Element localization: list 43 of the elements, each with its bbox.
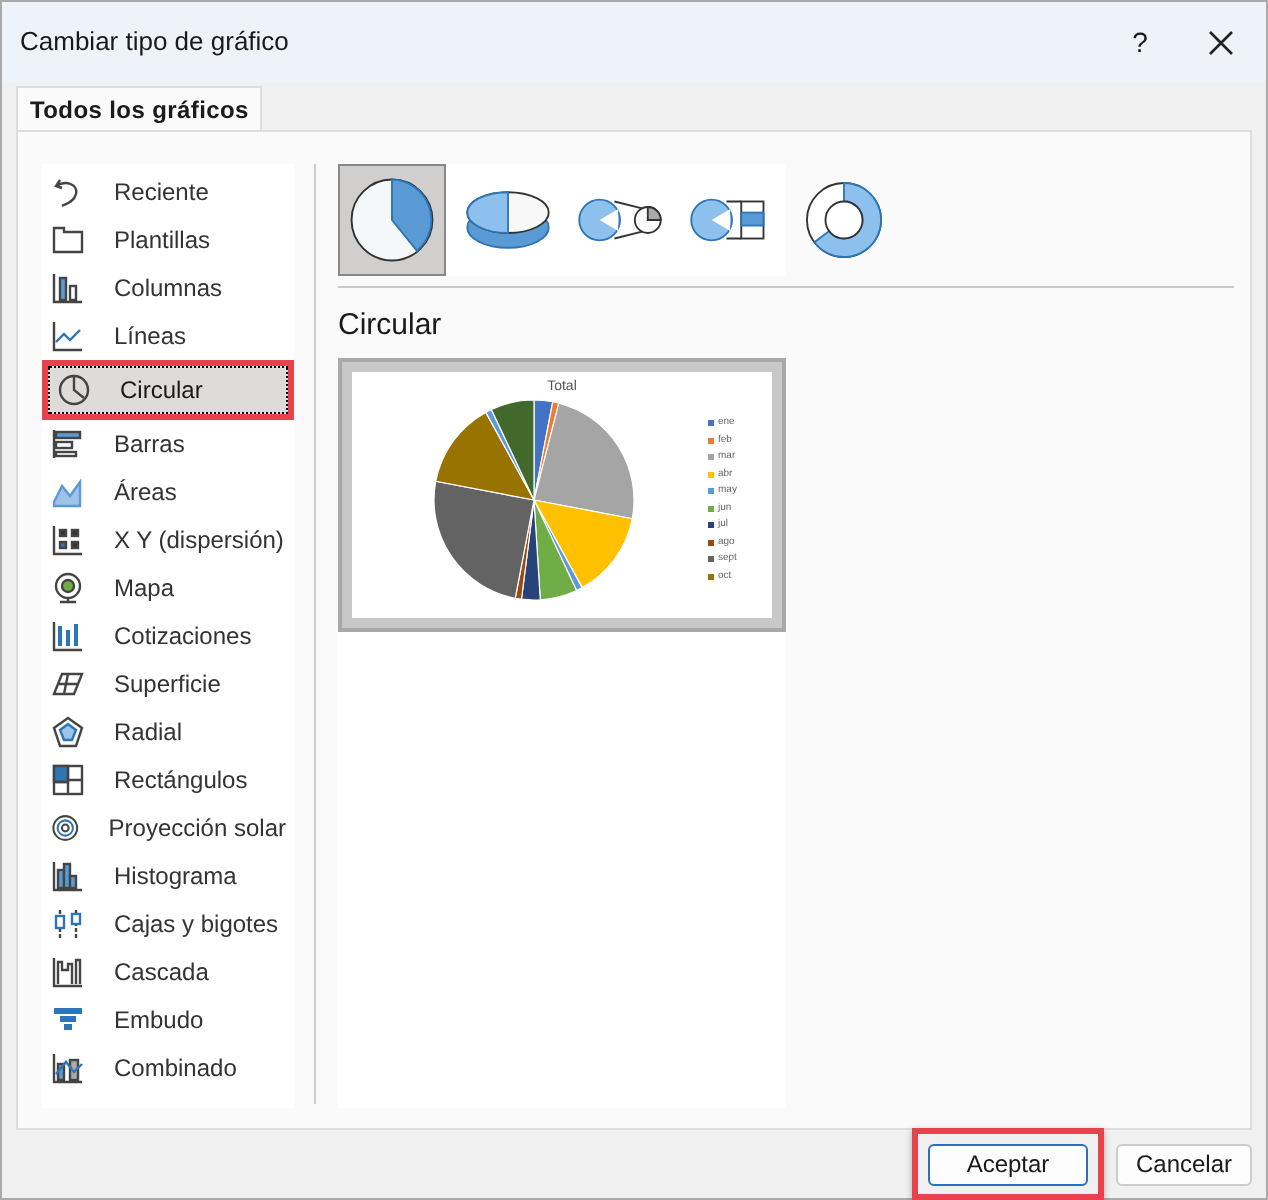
globe-icon — [50, 570, 86, 606]
chart-subtype-option[interactable] — [338, 164, 446, 276]
chart-type-item[interactable]: Combinado — [42, 1044, 294, 1092]
chart-type-item[interactable]: Circular — [48, 366, 288, 414]
chart-type-item[interactable]: Reciente — [42, 168, 294, 216]
pie-chart-icon — [56, 372, 92, 408]
dialog-button[interactable]: Cancelar — [1116, 1143, 1252, 1185]
chart-type-item[interactable]: Líneas — [42, 312, 294, 360]
chart-type-item[interactable]: Cajas y bigotes — [42, 900, 294, 948]
chart-type-item[interactable]: Histograma — [42, 852, 294, 900]
chart-type-item[interactable]: Cascada — [42, 948, 294, 996]
chart-type-item[interactable]: Plantillas — [42, 216, 294, 264]
close-icon — [1207, 29, 1233, 55]
radar-chart-icon — [50, 714, 86, 750]
histogram-chart-icon — [50, 858, 86, 894]
chart-type-item[interactable]: Superficie — [42, 660, 294, 708]
sunburst-chart-icon — [50, 810, 81, 846]
area-chart-icon — [50, 474, 86, 510]
chart-type-item[interactable]: Mapa — [42, 564, 294, 612]
chart-type-item[interactable]: X Y (dispersión) — [42, 516, 294, 564]
combo-chart-icon — [50, 1050, 86, 1086]
waterfall-chart-icon — [50, 954, 86, 990]
column-chart-icon — [50, 270, 86, 306]
window-title: Cambiar tipo de gráfico — [20, 24, 291, 61]
treemap-chart-icon — [50, 762, 86, 798]
bar-chart-icon — [50, 426, 86, 462]
chart-type-item[interactable]: Columnas — [42, 264, 294, 312]
box-whisker-chart-icon — [50, 906, 86, 942]
chart-type-item[interactable]: Radial — [42, 708, 294, 756]
chart-type-item[interactable]: Rectángulos — [42, 756, 294, 804]
dialog-button[interactable]: Aceptar — [928, 1143, 1088, 1185]
chart-type-item[interactable]: Proyección solar — [42, 804, 294, 852]
chart-type-item[interactable]: Áreas — [42, 468, 294, 516]
line-chart-icon — [50, 318, 86, 354]
chart-type-item[interactable]: Embudo — [42, 996, 294, 1044]
stock-chart-icon — [50, 618, 86, 654]
tab[interactable]: Todos los gráficos — [16, 86, 263, 130]
chart-type-item[interactable]: Barras — [42, 420, 294, 468]
help-button[interactable]: ? — [1110, 21, 1170, 63]
scatter-chart-icon — [50, 522, 86, 558]
chart-type-item[interactable]: Cotizaciones — [42, 612, 294, 660]
folder-icon — [50, 222, 86, 258]
section-title: Circular — [338, 306, 444, 346]
